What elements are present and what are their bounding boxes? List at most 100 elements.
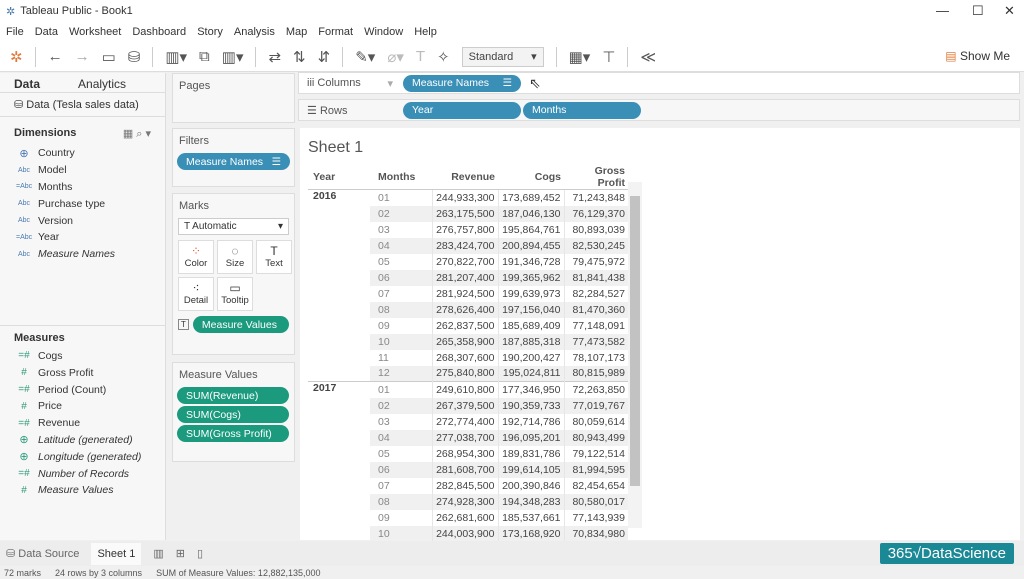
- measure-value-pill[interactable]: SUM(Gross Profit): [177, 425, 289, 442]
- new-dashboard-icon[interactable]: ⊞: [176, 547, 185, 560]
- value-cell: 244,933,300: [431, 189, 498, 206]
- back-icon[interactable]: ←: [48, 48, 63, 65]
- sheet-tab[interactable]: Sheet 1: [91, 542, 142, 565]
- marks-color-button[interactable]: ⁘ Color: [178, 240, 214, 274]
- marks-card: Marks T Automatic ▾ ⁘ Color ◌ Size T Text ⁖ Deta…: [172, 193, 295, 355]
- marks-text-button[interactable]: T Text: [256, 240, 292, 274]
- menu-item-analysis[interactable]: Analysis: [234, 26, 275, 38]
- column-header-cogs[interactable]: Cogs: [498, 165, 564, 190]
- value-cell: 82,530,245: [563, 237, 628, 254]
- data-source-tab[interactable]: ⛁ Data Source: [6, 547, 79, 560]
- marks-size-button[interactable]: ◌ Size: [217, 240, 253, 274]
- columns-shelf[interactable]: iii Columns ▾ Measure Names ☰ ⇖: [298, 72, 1020, 94]
- group-icon[interactable]: ⌀▾: [387, 48, 404, 66]
- field-item[interactable]: ⊕ Country: [0, 145, 165, 162]
- field-item[interactable]: =Abc Year: [0, 229, 165, 246]
- tab-analytics[interactable]: Analytics: [64, 73, 140, 92]
- save-icon[interactable]: ▭: [102, 48, 116, 66]
- pin-icon[interactable]: ✧: [437, 48, 450, 66]
- label-icon[interactable]: T: [416, 48, 425, 65]
- field-item[interactable]: ⊕ Longitude (generated): [0, 448, 165, 465]
- pages-shelf[interactable]: Pages: [172, 73, 295, 123]
- mouse-cursor-icon: ⇖: [529, 74, 541, 91]
- measure-value-pill[interactable]: SUM(Cogs): [177, 406, 289, 423]
- measure-value-pill[interactable]: SUM(Revenue): [177, 387, 289, 404]
- value-cell: 199,639,973: [497, 285, 564, 302]
- menu-item-worksheet[interactable]: Worksheet: [69, 26, 121, 38]
- month-cell: 03: [378, 223, 390, 236]
- menu-item-map[interactable]: Map: [286, 26, 307, 38]
- marks-button-label: Color: [184, 258, 208, 269]
- field-item[interactable]: # Gross Profit: [0, 364, 165, 381]
- columns-pill-measure-names[interactable]: Measure Names ☰: [403, 74, 521, 92]
- rows-pill-year[interactable]: Year: [403, 101, 521, 119]
- presentation-icon[interactable]: ⊤: [602, 48, 615, 66]
- value-cell: 187,885,318: [497, 333, 564, 350]
- column-header-months[interactable]: Months: [370, 165, 432, 190]
- field-item[interactable]: =# Revenue: [0, 415, 165, 432]
- column-header-gross-profit[interactable]: Gross Profit: [564, 165, 628, 190]
- minimize-icon[interactable]: —: [936, 3, 949, 18]
- rows-pill-months[interactable]: Months: [523, 101, 641, 119]
- field-item[interactable]: Abc Model: [0, 162, 165, 179]
- string-icon: Abc: [17, 200, 31, 208]
- clear-sheet-icon[interactable]: ▥▾: [222, 48, 244, 66]
- sheet-tabs-bar: ⛁ Data Source Sheet 1 ▥ ⊞ ▯: [0, 541, 1024, 566]
- month-cell: 02: [370, 397, 432, 414]
- show-me-button[interactable]: ▤ Show Me: [945, 49, 1010, 63]
- field-item[interactable]: # Price: [0, 398, 165, 415]
- filters-shelf[interactable]: Filters Measure Names ☰: [172, 128, 295, 187]
- filter-pill-measure-names[interactable]: Measure Names ☰: [177, 153, 290, 170]
- field-item[interactable]: Abc Purchase type: [0, 195, 165, 212]
- new-worksheet-icon[interactable]: ▥▾: [165, 48, 187, 66]
- show-cards-icon[interactable]: ▦▾: [569, 48, 591, 66]
- marks-pill-measure-values[interactable]: Measure Values: [192, 316, 289, 333]
- sort-desc-icon[interactable]: ⇵: [318, 48, 331, 66]
- new-datasource-icon[interactable]: ⛁: [128, 48, 141, 66]
- value-cell: 275,840,800: [431, 365, 498, 382]
- rows-shelf[interactable]: ☰ Rows Year Months: [298, 99, 1020, 121]
- swap-icon[interactable]: ⇄: [268, 48, 281, 66]
- menu-item-format[interactable]: Format: [318, 26, 353, 38]
- duplicate-icon[interactable]: ⧉: [199, 48, 210, 65]
- field-item[interactable]: ⊕ Latitude (generated): [0, 432, 165, 449]
- menu-item-window[interactable]: Window: [364, 26, 403, 38]
- highlight-icon[interactable]: ✎▾: [355, 48, 375, 66]
- tab-data[interactable]: Data: [0, 73, 55, 92]
- close-icon[interactable]: ✕: [1004, 3, 1015, 19]
- new-story-icon[interactable]: ▯: [197, 547, 203, 560]
- search-icon[interactable]: ▦ ⌕ ▾: [123, 127, 151, 141]
- month-cell: 05: [378, 447, 390, 460]
- marks-detail-button[interactable]: ⁖ Detail: [178, 277, 214, 311]
- field-item[interactable]: Abc Version: [0, 212, 165, 229]
- menu-item-dashboard[interactable]: Dashboard: [132, 26, 186, 38]
- chevron-down-icon: ▾: [531, 51, 537, 63]
- field-item[interactable]: =# Cogs: [0, 348, 165, 365]
- field-item[interactable]: Abc Measure Names: [0, 246, 165, 263]
- mark-type-dropdown[interactable]: T Automatic ▾: [178, 218, 289, 235]
- datasource-item[interactable]: ⛁ Data (Tesla sales data): [0, 93, 165, 117]
- menu-item-data[interactable]: Data: [35, 26, 58, 38]
- field-item[interactable]: =# Period (Count): [0, 381, 165, 398]
- menu-item-help[interactable]: Help: [414, 26, 437, 38]
- maximize-icon[interactable]: ☐: [972, 3, 984, 19]
- forward-icon[interactable]: →: [75, 48, 90, 65]
- menu-item-story[interactable]: Story: [197, 26, 223, 38]
- menu-item-file[interactable]: File: [6, 26, 24, 38]
- new-worksheet-icon[interactable]: ▥: [153, 547, 163, 560]
- field-item[interactable]: # Measure Values: [0, 482, 165, 499]
- tableau-home-icon[interactable]: ✲: [10, 48, 23, 66]
- number-icon: =#: [18, 350, 30, 362]
- field-item[interactable]: =# Number of Records: [0, 465, 165, 482]
- field-item[interactable]: =Abc Months: [0, 179, 165, 196]
- value-cell: 81,841,438: [563, 269, 628, 286]
- column-header-year[interactable]: Year: [308, 165, 370, 190]
- fit-dropdown[interactable]: Standard ▾: [461, 46, 544, 67]
- tableau-logo-icon: ✲: [6, 5, 16, 18]
- sort-asc-icon[interactable]: ⇅: [293, 48, 306, 66]
- vertical-scrollbar[interactable]: [628, 182, 642, 528]
- scrollbar-thumb[interactable]: [630, 196, 640, 486]
- marks-tooltip-button[interactable]: ▭ Tooltip: [217, 277, 253, 311]
- column-header-revenue[interactable]: Revenue: [432, 165, 498, 190]
- share-icon[interactable]: ≪: [640, 48, 656, 66]
